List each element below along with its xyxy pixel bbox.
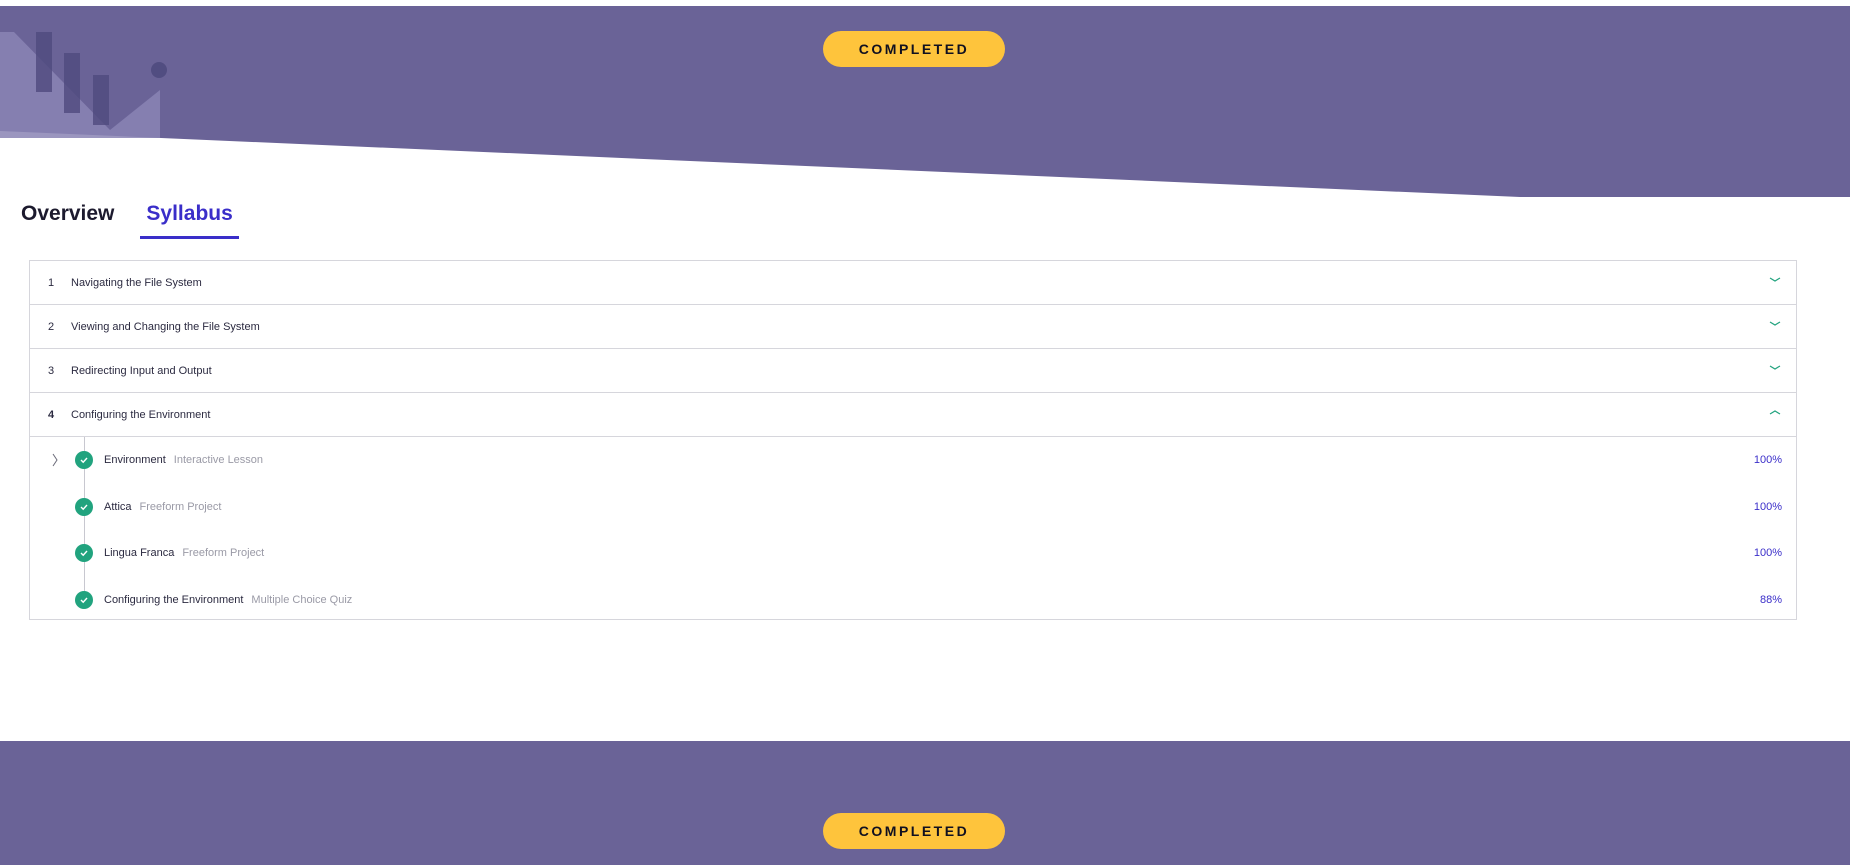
module-title: Redirecting Input and Output xyxy=(71,364,212,377)
lesson-name: Configuring the Environment xyxy=(104,594,244,606)
lesson-name: Environment xyxy=(104,454,166,466)
lesson-row[interactable]: Attica Freeform Project 100% xyxy=(30,492,1796,522)
lesson-name: Attica xyxy=(104,501,132,513)
lesson-name: Lingua Franca xyxy=(104,547,175,559)
lesson-title[interactable]: Environment Interactive Lesson xyxy=(104,454,263,466)
lesson-type: Freeform Project xyxy=(139,501,222,513)
lesson-progress: 100% xyxy=(1753,547,1782,559)
lesson-type: Freeform Project xyxy=(182,547,265,559)
lesson-type: Multiple Choice Quiz xyxy=(251,594,353,606)
lesson-row[interactable]: Environment Interactive Lesson 100% xyxy=(30,445,1796,475)
chevron-up-icon[interactable] xyxy=(1768,407,1782,417)
lesson-row[interactable]: Lingua Franca Freeform Project 100% xyxy=(30,538,1796,568)
chart-decoration-icon xyxy=(0,32,167,138)
module-row[interactable]: 2 Viewing and Changing the File System xyxy=(30,305,1796,349)
tab-syllabus[interactable]: Syllabus xyxy=(140,202,239,239)
lesson-title[interactable]: Lingua Franca Freeform Project xyxy=(104,547,264,559)
chevron-down-icon[interactable] xyxy=(1768,319,1782,329)
lesson-progress: 88% xyxy=(1759,594,1782,606)
module-row[interactable]: 3 Redirecting Input and Output xyxy=(30,349,1796,393)
check-circle-icon xyxy=(75,451,93,469)
module-title: Navigating the File System xyxy=(71,276,202,289)
module-title: Configuring the Environment xyxy=(71,408,211,421)
lesson-row[interactable]: Configuring the Environment Multiple Choi… xyxy=(30,585,1796,615)
completed-badge: COMPLETED xyxy=(823,813,1005,849)
completed-badge: COMPLETED xyxy=(823,31,1005,67)
check-circle-icon xyxy=(75,591,93,609)
tab-overview[interactable]: Overview xyxy=(21,202,114,236)
lesson-title[interactable]: Attica Freeform Project xyxy=(104,501,221,513)
lesson-progress: 100% xyxy=(1753,501,1782,513)
module-number: 3 xyxy=(48,364,55,377)
lesson-list: Environment Interactive Lesson 100% Attic… xyxy=(30,437,1796,622)
lesson-title[interactable]: Configuring the Environment Multiple Choi… xyxy=(104,594,352,606)
module-number: 1 xyxy=(48,276,55,289)
lesson-type: Interactive Lesson xyxy=(173,454,264,466)
lesson-progress: 100% xyxy=(1753,454,1782,466)
module-number: 4 xyxy=(48,408,55,421)
module-row-expanded[interactable]: 4 Configuring the Environment xyxy=(30,393,1796,437)
check-circle-icon xyxy=(75,498,93,516)
chevron-right-icon[interactable] xyxy=(50,452,60,468)
module-title: Viewing and Changing the File System xyxy=(71,320,260,333)
tab-bar: Overview Syllabus xyxy=(21,202,271,242)
module-row[interactable]: 1 Navigating the File System xyxy=(30,261,1796,305)
check-circle-icon xyxy=(75,544,93,562)
chevron-down-icon[interactable] xyxy=(1768,363,1782,373)
chevron-down-icon[interactable] xyxy=(1768,275,1782,285)
syllabus-list: 1 Navigating the File System 2 Viewing a… xyxy=(29,260,1797,620)
module-number: 2 xyxy=(48,320,55,333)
